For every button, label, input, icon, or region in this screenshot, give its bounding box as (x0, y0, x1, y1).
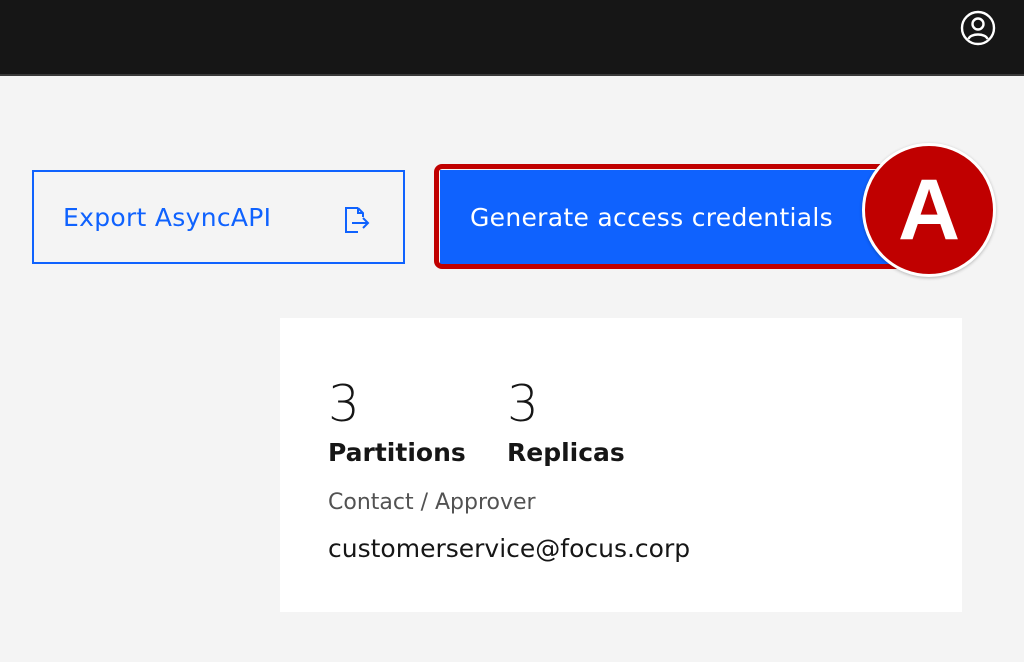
generate-access-credentials-button[interactable]: Generate access credentials (440, 170, 900, 264)
user-avatar-icon (960, 10, 996, 46)
topic-details-card: 3 Partitions 3 Replicas Contact / Approv… (280, 318, 962, 612)
contact-approver-label: Contact / Approver (328, 490, 536, 515)
top-header-bar (0, 0, 1024, 76)
generate-access-credentials-label: Generate access credentials (470, 202, 833, 232)
contact-approver-email: customerservice@focus.corp (328, 534, 691, 563)
annotation-marker-badge: A (862, 143, 996, 277)
partitions-count: 3 (328, 375, 360, 433)
export-asyncapi-button[interactable]: Export AsyncAPI (32, 170, 405, 264)
replicas-stat: 3 Replicas (507, 374, 625, 467)
partitions-stat: 3 Partitions (328, 374, 466, 467)
partitions-label: Partitions (328, 438, 466, 467)
export-asyncapi-label: Export AsyncAPI (63, 202, 272, 232)
document-export-icon (345, 207, 370, 233)
user-profile-button[interactable] (960, 10, 996, 46)
replicas-count: 3 (507, 375, 539, 433)
replicas-label: Replicas (507, 438, 625, 467)
